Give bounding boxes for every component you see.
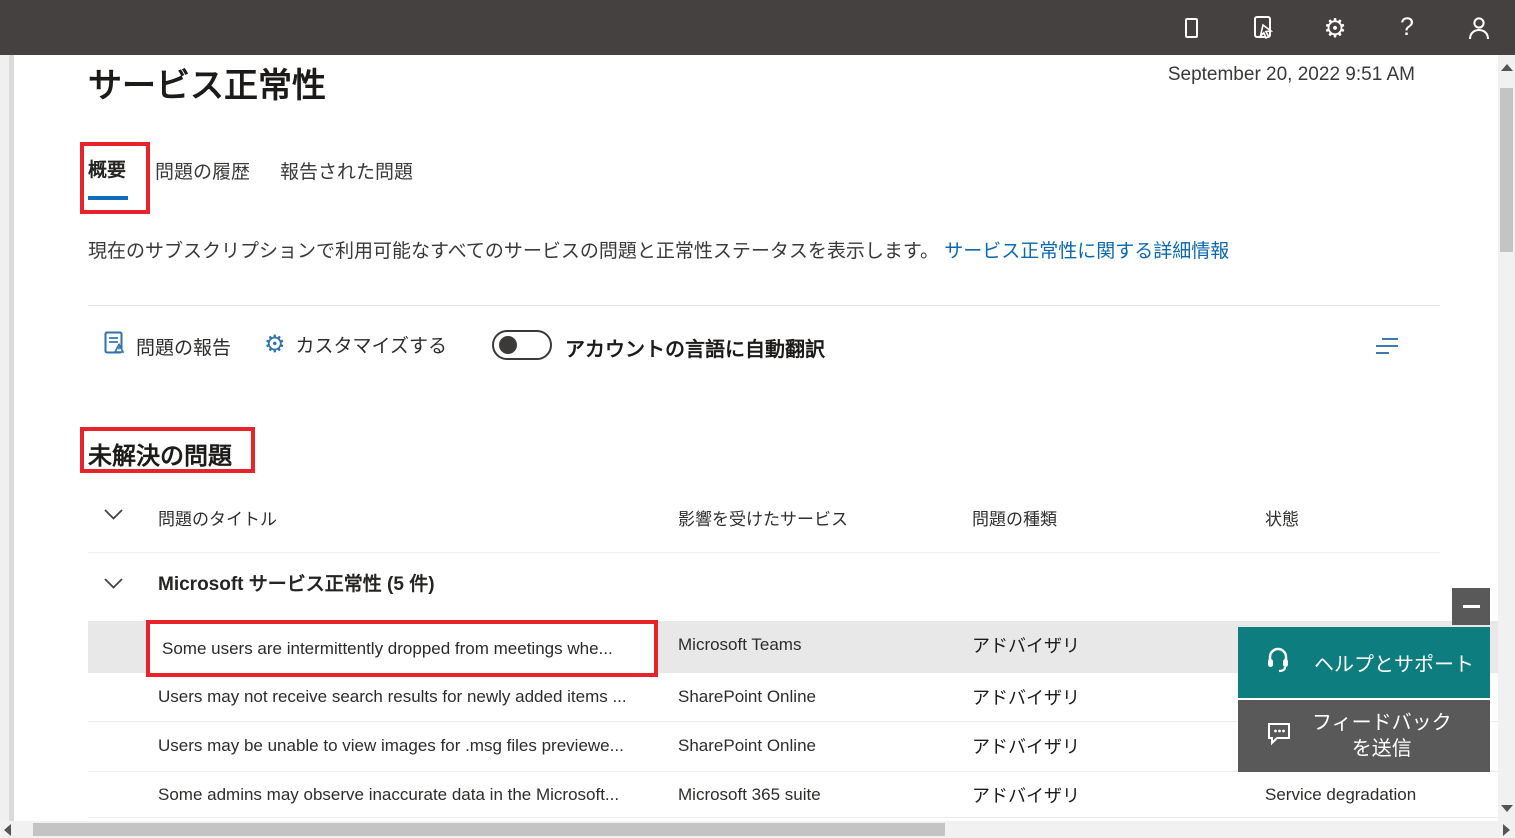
filter-icon[interactable]: [1376, 338, 1398, 354]
vertical-scrollbar-thumb[interactable]: [1500, 88, 1513, 252]
horizontal-scrollbar-thumb[interactable]: [33, 823, 945, 836]
toggle-knob: [499, 336, 517, 354]
group-chevron-icon[interactable]: [104, 576, 123, 594]
send-feedback-button[interactable]: フィードバック を送信: [1238, 700, 1490, 772]
help-support-label: ヘルプとサポート: [1314, 648, 1474, 677]
group-label[interactable]: Microsoft サービス正常性 (5 件): [158, 569, 435, 596]
table-row[interactable]: Some admins may observe inaccurate data …: [88, 772, 1498, 818]
customize-button[interactable]: ⚙ カスタマイズする: [264, 331, 447, 358]
row-issue-type: アドバイザリ: [972, 632, 1080, 658]
mobile-device-icon[interactable]: [1155, 0, 1227, 55]
intro-description: 現在のサブスクリプションで利用可能なすべてのサービスの問題と正常性ステータスを表…: [88, 241, 939, 262]
header-chevron-icon[interactable]: [104, 507, 123, 525]
open-issues-heading: 未解決の問題: [88, 436, 232, 471]
horizontal-scrollbar[interactable]: [0, 821, 1515, 838]
row-service: SharePoint Online: [678, 687, 816, 707]
section-divider: [88, 305, 1440, 306]
service-health-details-link[interactable]: サービス正常性に関する詳細情報: [944, 241, 1229, 262]
col-header-status[interactable]: 状態: [1265, 505, 1299, 530]
page-title: サービス正常性: [88, 58, 326, 107]
service-health-page: ⚙ ? サービス正常性 September 20, 2022 9:51 AM 概…: [0, 0, 1515, 838]
row-service: Microsoft 365 suite: [678, 785, 821, 805]
row-title: Some users are intermittently dropped fr…: [162, 639, 613, 659]
settings-gear-icon[interactable]: ⚙: [1299, 0, 1371, 55]
auto-translate-label: アカウントの言語に自動翻訳: [565, 333, 825, 362]
selected-tab-underline: [88, 196, 128, 200]
auto-translate-toggle[interactable]: [492, 330, 552, 360]
row-issue-type: アドバイザリ: [972, 733, 1080, 759]
col-header-affected-service[interactable]: 影響を受けたサービス: [678, 505, 848, 530]
send-feedback-label: フィードバック を送信: [1312, 710, 1452, 762]
report-issue-label: 問題の報告: [136, 333, 231, 360]
tab-issue-history[interactable]: 問題の履歴: [155, 157, 250, 184]
scroll-down-icon[interactable]: [1501, 805, 1513, 812]
report-issue-button[interactable]: 問題の報告: [104, 331, 231, 362]
col-header-issue-title[interactable]: 問題のタイトル: [158, 505, 277, 530]
annotation-box-row-title[interactable]: Some users are intermittently dropped fr…: [146, 620, 658, 677]
row-title: Users may be unable to view images for .…: [158, 736, 624, 756]
vertical-scrollbar[interactable]: [1498, 55, 1515, 821]
tab-overview[interactable]: 概要: [88, 155, 126, 182]
feedback-bubble-icon: [1266, 720, 1292, 752]
scroll-left-icon[interactable]: [4, 824, 11, 836]
left-gutter: [0, 55, 9, 821]
row-title: Some admins may observe inaccurate data …: [158, 785, 619, 805]
scroll-up-icon[interactable]: [1501, 64, 1513, 71]
minimize-help-button[interactable]: [1452, 588, 1490, 625]
help-support-button[interactable]: ヘルプとサポート: [1238, 627, 1490, 698]
tab-reported-issues[interactable]: 報告された問題: [280, 157, 413, 184]
intro-text: 現在のサブスクリプションで利用可能なすべてのサービスの問題と正常性ステータスを表…: [88, 236, 1388, 263]
row-title: Users may not receive search results for…: [158, 687, 627, 707]
customize-gear-icon: ⚙: [264, 333, 286, 357]
whats-new-icon[interactable]: [1227, 0, 1299, 55]
row-status: Service degradation: [1265, 785, 1416, 805]
row-service: Microsoft Teams: [678, 635, 801, 655]
account-icon[interactable]: [1443, 0, 1515, 55]
row-service: SharePoint Online: [678, 736, 816, 756]
row-issue-type: アドバイザリ: [972, 684, 1080, 710]
left-gutter-divider: [9, 55, 14, 821]
minus-icon: [1463, 605, 1480, 608]
headset-icon: [1266, 647, 1290, 679]
col-header-issue-type[interactable]: 問題の種類: [972, 505, 1057, 530]
table-header-divider: [88, 552, 1440, 553]
report-issue-icon: [104, 331, 126, 362]
help-icon[interactable]: ?: [1371, 0, 1443, 55]
page-timestamp: September 20, 2022 9:51 AM: [1168, 64, 1415, 86]
customize-label: カスタマイズする: [296, 331, 447, 358]
row-issue-type: アドバイザリ: [972, 782, 1080, 808]
scroll-right-icon[interactable]: [1503, 824, 1510, 836]
topbar-icon-group: ⚙ ?: [1155, 0, 1515, 55]
